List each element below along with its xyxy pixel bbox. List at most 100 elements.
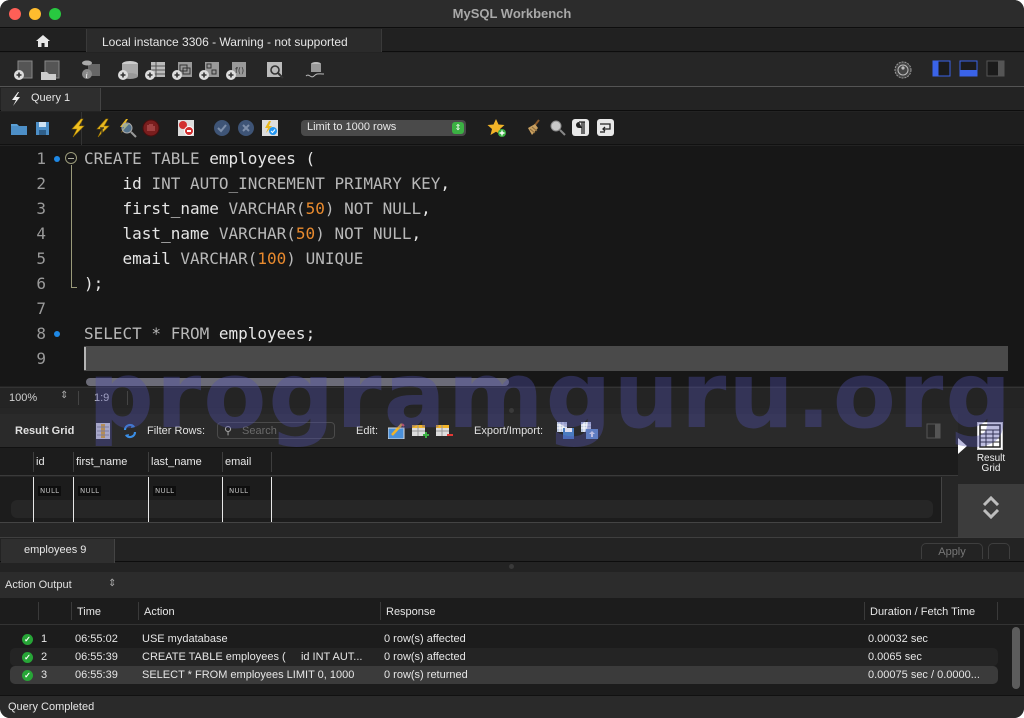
apply-button[interactable]: Apply xyxy=(921,543,983,559)
create-procedure-icon[interactable] xyxy=(198,59,220,81)
splitter-handle[interactable] xyxy=(509,408,514,413)
revert-button[interactable] xyxy=(988,543,1010,559)
status-separator xyxy=(127,391,128,405)
chevron-down-icon[interactable] xyxy=(982,509,1000,519)
column-header-id[interactable]: id xyxy=(36,456,45,468)
output-table-header: Time Action Response Duration / Fetch Ti… xyxy=(0,598,1024,625)
open-file-icon[interactable] xyxy=(9,118,31,140)
result-grid-toolbar: Result Grid Filter Rows: ⚲ Search Edit: xyxy=(0,414,958,448)
chevron-up-icon[interactable] xyxy=(982,496,1000,506)
filter-rows-label: Filter Rows: xyxy=(147,425,206,437)
fold-toggle-icon[interactable] xyxy=(65,152,77,164)
refresh-icon[interactable] xyxy=(122,423,138,439)
toggle-columns-icon[interactable] xyxy=(96,423,110,439)
edit-cell-icon[interactable] xyxy=(388,423,406,439)
result-tab-employees[interactable]: employees 9 xyxy=(1,539,115,563)
status-separator xyxy=(78,391,79,405)
column-divider xyxy=(271,477,272,522)
home-tab[interactable] xyxy=(0,29,85,52)
output-type-select[interactable]: Action Output xyxy=(5,579,72,591)
output-response: 0 row(s) affected xyxy=(384,633,466,645)
commit-icon[interactable] xyxy=(212,118,234,140)
editor-line-8: 8 SELECT * FROM employees; xyxy=(0,321,1024,346)
side-panel-scroller[interactable] xyxy=(958,484,1024,538)
result-grid-header: id first_name last_name email xyxy=(0,448,958,476)
find-icon[interactable] xyxy=(548,118,570,140)
output-time: 06:55:39 xyxy=(75,651,118,663)
export-import-label: Export/Import: xyxy=(474,425,544,437)
add-row-icon[interactable] xyxy=(412,423,430,439)
zoom-stepper-icon[interactable]: ⇕ xyxy=(60,390,68,401)
execute-current-icon[interactable] xyxy=(93,118,115,140)
sql-editor-toolbar: Limit to 1000 rows ⇕ xyxy=(0,112,1024,145)
output-vertical-scrollbar[interactable] xyxy=(1012,627,1020,689)
edit-label: Edit: xyxy=(356,425,379,437)
output-row-number: 3 xyxy=(41,669,48,681)
zoom-level[interactable]: 100% xyxy=(9,392,37,404)
code-text: SELECT * FROM employees; xyxy=(84,324,316,343)
select-stepper-icon[interactable]: ⇕ xyxy=(108,578,116,589)
invisible-characters-icon[interactable] xyxy=(571,118,593,140)
column-header-action[interactable]: Action xyxy=(144,606,175,618)
create-table-icon[interactable] xyxy=(144,59,166,81)
splitter-handle[interactable] xyxy=(509,564,514,569)
editor-line-7: 7 xyxy=(0,296,1024,321)
output-row[interactable]: ✓ 1 06:55:02 USE mydatabase 0 row(s) aff… xyxy=(10,630,998,648)
preferences-gear-icon[interactable] xyxy=(892,59,914,81)
title-bar: MySQL Workbench xyxy=(0,0,1024,28)
limit-rows-select[interactable]: Limit to 1000 rows ⇕ xyxy=(301,120,466,136)
column-header-duration[interactable]: Duration / Fetch Time xyxy=(870,606,975,618)
column-divider xyxy=(73,477,74,522)
execute-all-icon[interactable] xyxy=(68,118,90,140)
toggle-sidebar-icon[interactable] xyxy=(932,59,954,81)
query-tab-1[interactable]: Query 1 xyxy=(1,88,101,111)
grid-cell-first-name[interactable]: NULL xyxy=(78,486,102,496)
toggle-stop-on-error-icon[interactable] xyxy=(176,118,198,140)
result-grid-view-button[interactable]: Result Grid xyxy=(958,414,1024,484)
create-function-icon[interactable]: f() xyxy=(225,59,247,81)
delete-row-icon[interactable] xyxy=(436,423,454,439)
beautify-icon[interactable] xyxy=(524,118,546,140)
column-header-response[interactable]: Response xyxy=(386,606,436,618)
word-wrap-icon[interactable] xyxy=(596,118,618,140)
export-icon[interactable] xyxy=(557,422,575,440)
output-row[interactable]: ✓ 2 06:55:39 CREATE TABLE employees ( id… xyxy=(10,648,998,666)
grid-cell-email[interactable]: NULL xyxy=(227,486,251,496)
toggle-secondary-sidebar-icon[interactable] xyxy=(986,59,1008,81)
editor-horizontal-scrollbar[interactable] xyxy=(86,378,509,386)
column-header-time[interactable]: Time xyxy=(77,606,101,618)
toggle-output-panel-icon[interactable] xyxy=(959,59,981,81)
grid-cell-last-name[interactable]: NULL xyxy=(153,486,177,496)
output-row-selected[interactable]: ✓ 3 06:55:39 SELECT * FROM employees LIM… xyxy=(10,666,998,684)
import-icon[interactable] xyxy=(581,422,599,440)
search-table-data-icon[interactable] xyxy=(264,59,286,81)
output-row-number: 1 xyxy=(41,633,48,645)
save-file-icon[interactable] xyxy=(33,118,55,140)
connection-tab-local-instance[interactable]: Local instance 3306 - Warning - not supp… xyxy=(86,29,382,52)
column-separator xyxy=(864,602,865,620)
output-duration: 0.00075 sec / 0.0000... xyxy=(868,669,980,681)
create-view-icon[interactable] xyxy=(171,59,193,81)
add-snippet-icon[interactable] xyxy=(487,118,509,140)
open-sql-script-icon[interactable] xyxy=(40,59,62,81)
line-number: 1 xyxy=(36,149,46,168)
column-header-email[interactable]: email xyxy=(225,456,251,468)
svg-text:i: i xyxy=(86,71,88,80)
column-header-last-name[interactable]: last_name xyxy=(151,456,202,468)
editor-line-3: 3 first_name VARCHAR(50) NOT NULL, xyxy=(0,196,1024,221)
toggle-wrap-cells-icon[interactable] xyxy=(926,423,942,439)
column-divider xyxy=(33,477,34,522)
new-sql-tab-icon[interactable] xyxy=(13,59,35,81)
column-separator xyxy=(71,602,72,620)
reconnect-icon[interactable] xyxy=(304,59,326,81)
line-number: 4 xyxy=(36,224,46,243)
schema-inspector-icon[interactable]: i xyxy=(79,59,101,81)
stop-icon[interactable] xyxy=(141,118,163,140)
column-header-first-name[interactable]: first_name xyxy=(76,456,127,468)
explain-icon[interactable] xyxy=(117,118,139,140)
filter-rows-search-input[interactable]: ⚲ Search xyxy=(217,422,335,439)
rollback-icon[interactable] xyxy=(236,118,258,140)
create-schema-icon[interactable] xyxy=(117,59,139,81)
autocommit-icon[interactable] xyxy=(260,118,282,140)
grid-cell-id[interactable]: NULL xyxy=(38,486,62,496)
